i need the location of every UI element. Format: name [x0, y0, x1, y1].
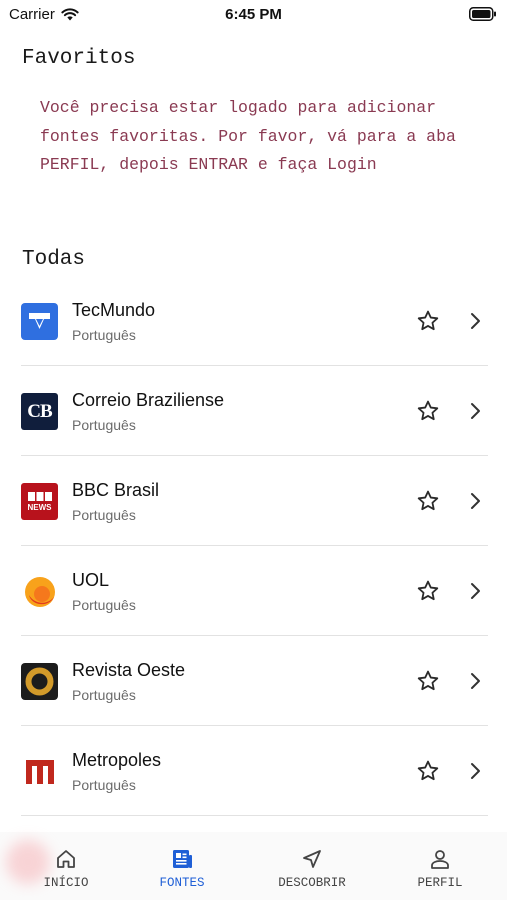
revista-oeste-logo: [21, 663, 58, 700]
news-icon: [173, 850, 192, 868]
source-name: BBC Brasil: [72, 480, 160, 500]
source-name: TecMundo: [72, 300, 156, 320]
source-language: Português: [72, 777, 136, 793]
tab-inicio[interactable]: INÍCIO: [11, 846, 121, 896]
home-icon: [57, 850, 75, 868]
chevron-right-icon: [471, 493, 480, 509]
source-row-metropoles[interactable]: Metropoles Português: [0, 726, 507, 816]
favorite-star-button[interactable]: [414, 487, 442, 515]
source-name: Correio Braziliense: [72, 390, 225, 410]
open-source-button[interactable]: [464, 399, 486, 423]
logo-lettering: NEWS: [27, 502, 52, 512]
source-row-bbc-brasil[interactable]: NEWS BBC Brasil Português: [0, 456, 507, 546]
star-outline-icon: [417, 490, 439, 511]
source-name: UOL: [72, 570, 110, 590]
correio-braziliense-logo: CB: [21, 393, 58, 430]
login-required-message: Você precisa estar logado para adicionar…: [40, 98, 456, 174]
bbc-brasil-logo: NEWS: [21, 483, 58, 520]
source-name: Metropoles: [72, 750, 162, 770]
open-source-button[interactable]: [464, 489, 486, 513]
tab-descobrir[interactable]: DESCOBRIR: [257, 846, 367, 896]
status-bar: Carrier 6:45 PM: [0, 0, 507, 30]
favorite-star-button[interactable]: [414, 577, 442, 605]
logo-lettering: CB: [27, 400, 52, 422]
row-divider: [21, 815, 488, 816]
status-time: 6:45 PM: [225, 6, 282, 23]
tecmundo-logo: [21, 303, 58, 340]
open-source-button[interactable]: [464, 579, 486, 603]
source-language: Português: [72, 507, 136, 523]
tab-label: INÍCIO: [43, 876, 89, 890]
chevron-right-icon: [471, 313, 480, 329]
open-source-button[interactable]: [464, 759, 486, 783]
favorite-star-button[interactable]: [414, 757, 442, 785]
favorite-star-button[interactable]: [414, 307, 442, 335]
all-sources-title: Todas: [22, 248, 86, 271]
chevron-right-icon: [471, 583, 480, 599]
source-row-tecmundo[interactable]: TecMundo Português: [0, 276, 507, 366]
tab-perfil[interactable]: PERFIL: [385, 846, 495, 896]
favorites-title: Favoritos: [22, 47, 136, 70]
star-outline-icon: [417, 310, 439, 331]
star-outline-icon: [417, 580, 439, 601]
open-source-button[interactable]: [464, 669, 486, 693]
source-row-revista-oeste[interactable]: Revista Oeste Português: [0, 636, 507, 726]
source-language: Português: [72, 417, 136, 433]
chevron-right-icon: [471, 763, 480, 779]
tab-label: DESCOBRIR: [278, 876, 346, 890]
chevron-right-icon: [471, 673, 480, 689]
uol-logo: [21, 573, 58, 610]
source-language: Português: [72, 327, 136, 343]
chevron-right-icon: [471, 403, 480, 419]
tab-label: PERFIL: [417, 876, 463, 890]
favorite-star-button[interactable]: [414, 397, 442, 425]
star-outline-icon: [417, 400, 439, 421]
metropoles-logo: [21, 753, 58, 790]
source-row-uol[interactable]: UOL Português: [0, 546, 507, 636]
source-name: Revista Oeste: [72, 660, 186, 680]
favorite-star-button[interactable]: [414, 667, 442, 695]
source-language: Português: [72, 597, 136, 613]
source-row-correio-braziliense[interactable]: CB Correio Braziliense Português: [0, 366, 507, 456]
source-language: Português: [72, 687, 136, 703]
tab-label: FONTES: [159, 876, 205, 890]
battery-icon: [469, 7, 496, 21]
open-source-button[interactable]: [464, 309, 486, 333]
person-icon: [431, 850, 449, 869]
tab-fontes[interactable]: FONTES: [127, 846, 237, 896]
star-outline-icon: [417, 670, 439, 691]
bottom-tab-bar: INÍCIO FONTES DESCOBRIR PERFIL: [0, 832, 507, 900]
navigation-arrow-icon: [303, 850, 321, 868]
star-outline-icon: [417, 760, 439, 781]
